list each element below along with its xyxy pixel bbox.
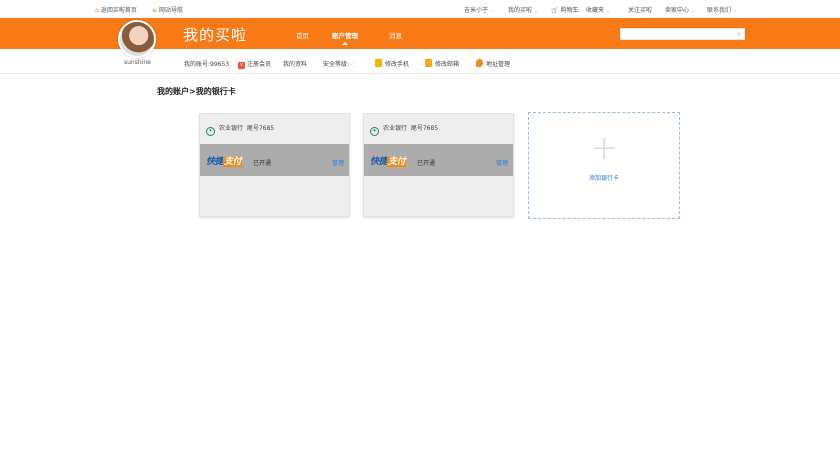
profile-bar: 我的账号:99653 v 注册会员 我的资料 安全等级: ◌ 修改手机 修改邮箱 … [0, 49, 840, 74]
back-home-link[interactable]: ⌂ 返回买啦首页 [95, 5, 137, 14]
bank-card: ✦ 农业银行 尾号7685 快捷支付 已开通 管理 [363, 113, 514, 217]
home-icon: ⌂ [95, 7, 99, 14]
add-bank-card-label: 添加银行卡 [588, 175, 619, 182]
member-level[interactable]: v 注册会员 [238, 59, 271, 69]
location-icon [476, 59, 483, 67]
site-logo[interactable]: 我的买啦 [183, 24, 247, 45]
abc-bank-icon: ✦ [370, 127, 379, 136]
quick-pay-logo: 快捷支付 [370, 157, 407, 167]
cart-link[interactable]: 🛒 购物车 [551, 5, 579, 14]
card-status: 已开通 [417, 160, 436, 167]
chevron-down-icon: ⌄ [691, 8, 696, 14]
chevron-down-icon: ⌄ [733, 8, 738, 14]
phone-link[interactable]: 修改手机 [375, 59, 409, 68]
chevron-down-icon: ⌄ [606, 8, 611, 14]
card-status: 已开通 [253, 160, 272, 167]
address-link[interactable]: 地址管理 [476, 59, 510, 68]
quick-pay-band: 快捷支付 已开通 管理 [364, 144, 513, 176]
chevron-down-icon: ⌄ [534, 8, 539, 14]
contact-menu[interactable]: 联系我们 ⌄ [707, 5, 737, 14]
mail-icon [425, 59, 432, 67]
abc-bank-icon: ✦ [206, 127, 215, 136]
favorites-menu[interactable]: 收藏夹 ⌄ [586, 5, 610, 14]
nav-home[interactable]: 首页 [296, 30, 309, 40]
follow-link[interactable]: 关注买啦 [628, 5, 652, 14]
search-icon[interactable]: ⌕ [737, 30, 741, 39]
card-tail: 尾号7685 [246, 125, 275, 132]
my-maila-menu[interactable]: 我的买啦 ⌄ [508, 5, 538, 14]
card-tail: 尾号7685 [410, 125, 439, 132]
user-menu[interactable]: 吉米小子 ⌄ [464, 5, 494, 14]
vip-icon: v [238, 62, 245, 69]
manage-link[interactable]: 管理 [496, 158, 508, 167]
site-nav-link[interactable]: ≡ 网站导航 [152, 5, 183, 14]
bank-card: ✦ 农业银行 尾号7685 快捷支付 已开通 管理 [199, 113, 350, 217]
phone-icon [375, 59, 382, 67]
add-bank-card-button[interactable]: + 添加银行卡 [528, 112, 680, 219]
bank-name: 农业银行 [383, 125, 408, 132]
cart-icon: 🛒 [551, 7, 559, 14]
bank-row: ✦ 农业银行 尾号7685 [206, 123, 274, 136]
bank-name: 农业银行 [219, 125, 244, 132]
search-box[interactable]: ⌕ [620, 28, 745, 40]
manage-link[interactable]: 管理 [332, 158, 344, 167]
chevron-down-icon: ⌄ [490, 8, 495, 14]
seller-center-menu[interactable]: 卖家中心 ⌄ [665, 5, 695, 14]
my-info-link[interactable]: 我的资料 [283, 59, 307, 68]
top-utility-bar: ⌂ 返回买啦首页 ≡ 网站导航 吉米小子 ⌄ 我的买啦 ⌄ 🛒 购物车 收藏夹 ⌄ 关注买啦… [0, 0, 840, 18]
plus-icon: + [590, 128, 619, 168]
security-meter-icon: ◌ [349, 61, 357, 68]
quick-pay-band: 快捷支付 已开通 管理 [200, 144, 349, 176]
nav-account[interactable]: 账户管理 [332, 30, 358, 45]
menu-icon: ≡ [152, 7, 158, 14]
breadcrumb: 我的账户>我的银行卡 [157, 87, 236, 96]
bank-row: ✦ 农业银行 尾号7685 [370, 123, 438, 136]
nav-messages[interactable]: 消息 [389, 30, 402, 40]
account-number: 我的账号:99653 [184, 61, 230, 68]
email-link[interactable]: 修改邮箱 [425, 59, 459, 68]
security-level: 安全等级: ◌ [323, 61, 357, 68]
quick-pay-logo: 快捷支付 [206, 157, 243, 167]
